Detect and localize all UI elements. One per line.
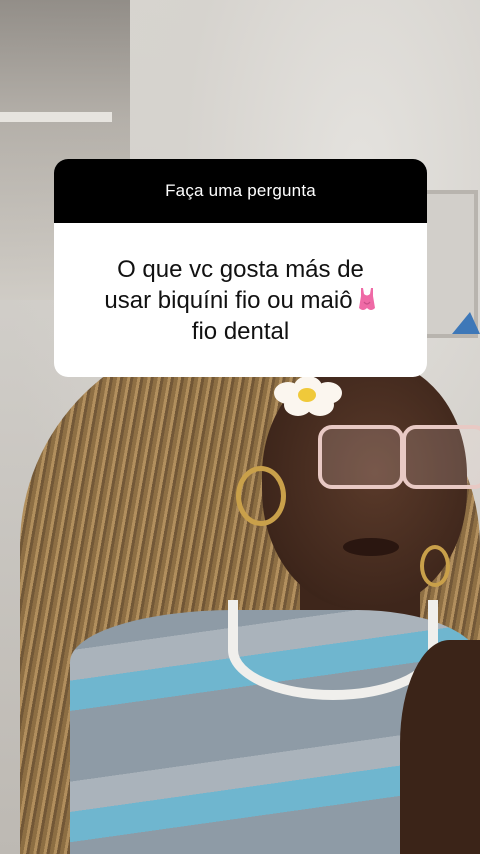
- question-text: O que vc gosta más de usar biquíni fio o…: [104, 254, 376, 347]
- question-line-2: usar biquíni fio ou maiô: [104, 286, 353, 314]
- question-line-1: O que vc gosta más de: [117, 255, 364, 283]
- question-sticker-header: Faça uma pergunta: [54, 159, 427, 223]
- question-sticker-title: Faça uma pergunta: [165, 181, 316, 200]
- person-top-neckline: [228, 600, 438, 700]
- hair-flower: [272, 376, 344, 416]
- one-piece-swimsuit-icon: [357, 287, 377, 312]
- question-sticker-body: O que vc gosta más de usar biquíni fio o…: [54, 223, 427, 377]
- question-sticker[interactable]: Faça uma pergunta O que vc gosta más de …: [54, 159, 427, 377]
- background-blue-object: [452, 312, 480, 334]
- question-line-3: fio dental: [191, 317, 290, 345]
- glasses-right-lens: [402, 425, 480, 489]
- story-screen: Faça uma pergunta O que vc gosta más de …: [0, 0, 480, 854]
- hoop-earring-left: [236, 466, 286, 526]
- background-shelf-rail: [0, 112, 112, 122]
- glasses-left-lens: [318, 425, 404, 489]
- flower-center: [298, 388, 316, 402]
- person-mouth: [343, 538, 399, 556]
- hoop-earring-right: [420, 545, 450, 587]
